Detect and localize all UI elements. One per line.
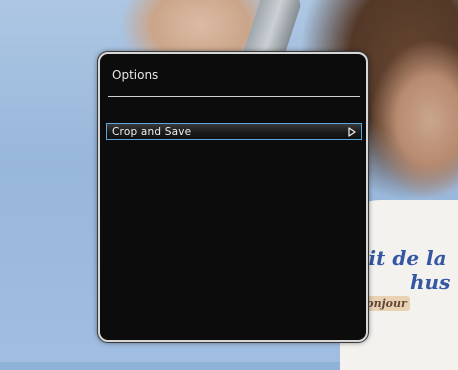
options-dialog: Options Crop and Save [98, 52, 368, 342]
menu-item-crop-and-save[interactable]: Crop and Save [106, 123, 362, 140]
menu-item-label: Crop and Save [112, 125, 192, 138]
dialog-title: Options [112, 68, 159, 82]
title-divider [108, 96, 360, 97]
chevron-right-icon [348, 126, 356, 137]
